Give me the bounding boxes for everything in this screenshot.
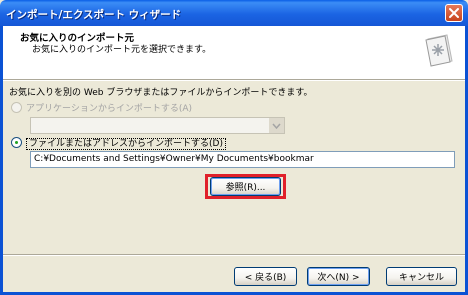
- application-select[interactable]: [30, 117, 285, 134]
- import-from-file-label: ファイルまたはアドレスからインポートする(D): [26, 136, 226, 150]
- cancel-button[interactable]: キャンセル: [386, 267, 457, 286]
- back-button[interactable]: < 戻る(B): [234, 267, 297, 286]
- radio-selected-dot: [15, 141, 18, 144]
- next-button[interactable]: 次へ(N) >: [307, 267, 370, 286]
- wizard-graphic-icon: [425, 34, 453, 67]
- import-from-application-label: アプリケーションからインポートする(A): [26, 104, 193, 114]
- header-separator-highlight: [3, 80, 465, 81]
- import-from-file-label-text: ファイルまたはアドレスからインポートする(D): [26, 138, 226, 150]
- close-button[interactable]: [445, 4, 463, 22]
- close-icon: [449, 8, 459, 18]
- dropdown-arrow-icon: [272, 123, 281, 129]
- header-subtitle: お気に入りのインポート元を選択できます。: [32, 45, 212, 55]
- browse-button[interactable]: 参照(R)...: [210, 177, 281, 196]
- application-select-dropdown-button[interactable]: [269, 118, 284, 133]
- description-text: お気に入りを別の Web ブラウザまたはファイルからインポートできます。: [9, 88, 313, 98]
- import-from-file-radio[interactable]: [11, 137, 22, 148]
- import-from-application-radio[interactable]: [11, 102, 22, 113]
- footer-separator-highlight: [3, 255, 465, 256]
- window-title: インポート/エクスポート ウィザード: [6, 9, 182, 21]
- file-path-input[interactable]: C:¥Documents and Settings¥Owner¥My Docum…: [30, 151, 455, 168]
